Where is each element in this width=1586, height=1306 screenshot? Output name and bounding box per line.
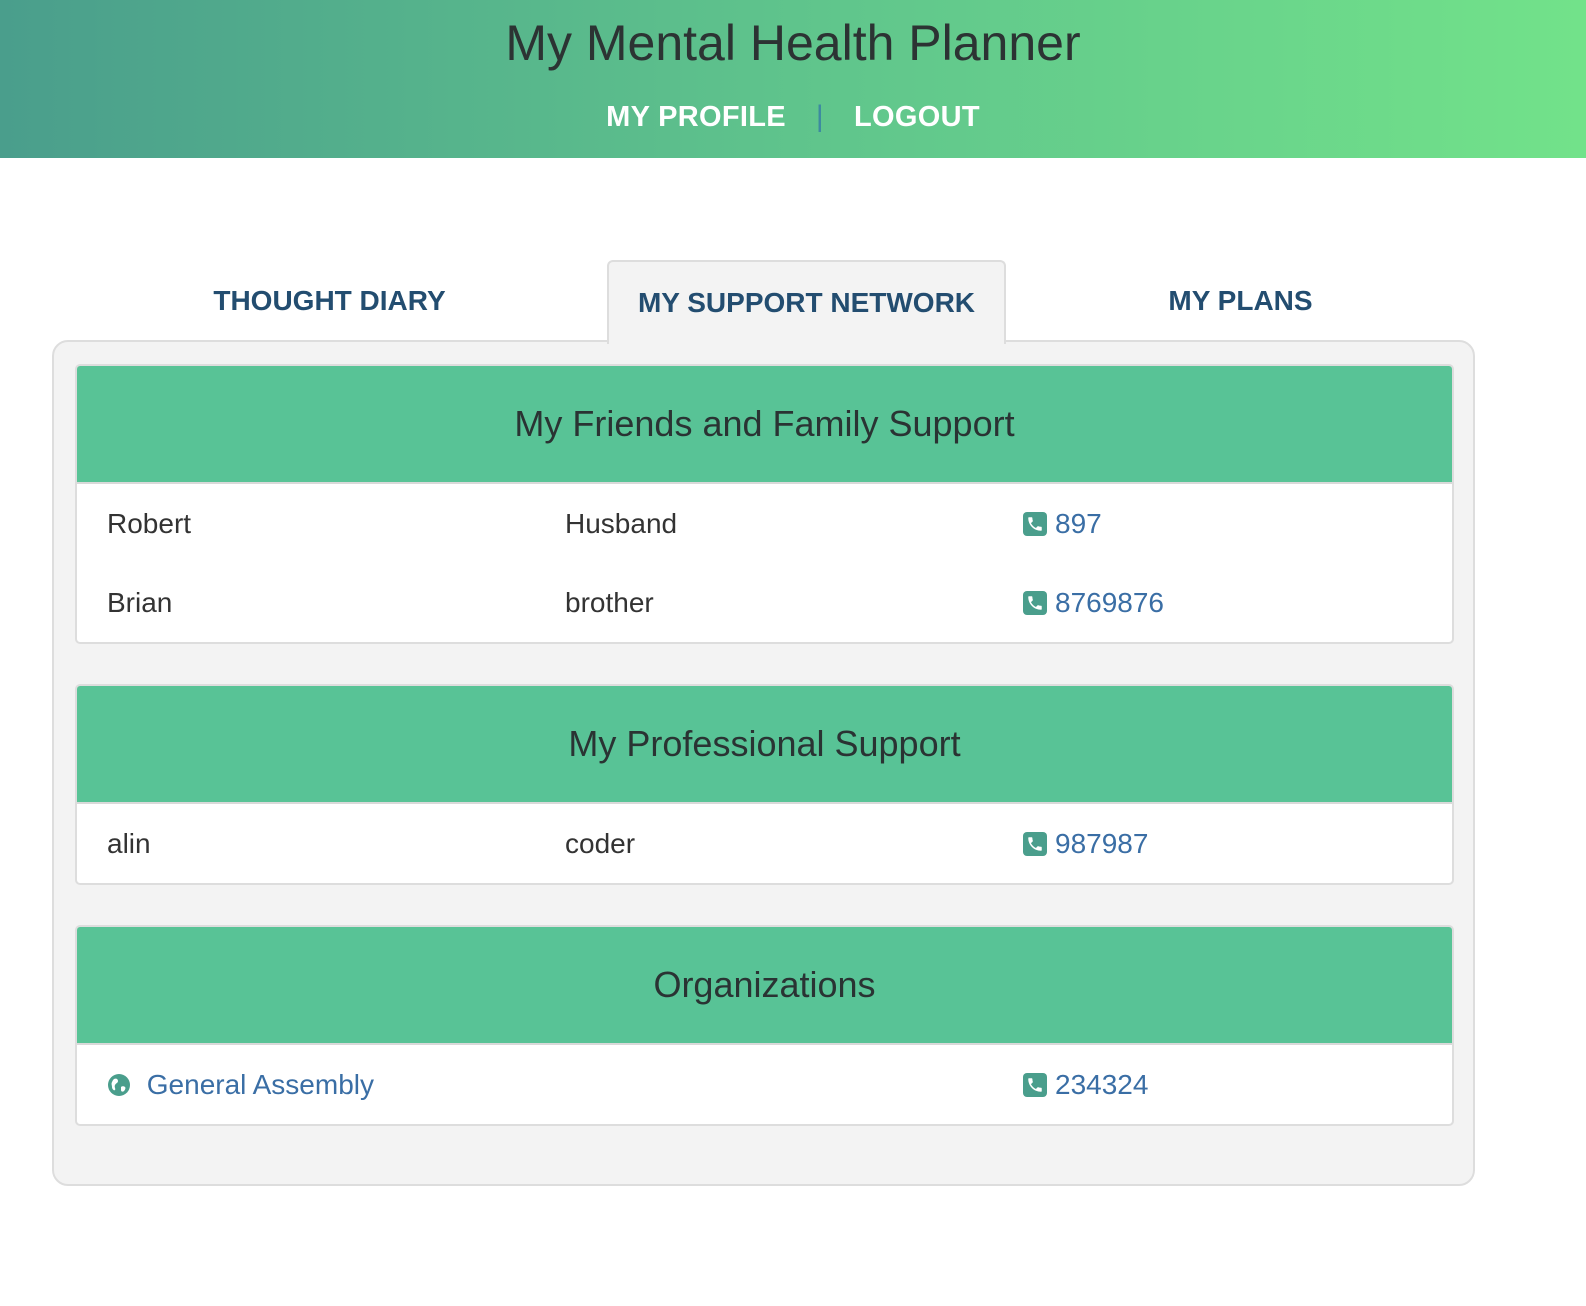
phone-icon <box>1023 1072 1047 1097</box>
phone-icon <box>1023 831 1047 856</box>
list-item: Robert Husband 897 <box>77 484 1452 563</box>
tab-bar: THOUGHT DIARY MY SUPPORT NETWORK MY PLAN… <box>52 260 1475 344</box>
contact-relation: coder <box>565 828 636 859</box>
contact-name: Robert <box>107 508 192 539</box>
tab-my-plans[interactable]: MY PLANS <box>1006 260 1475 342</box>
phone-number[interactable]: 897 <box>1055 484 1102 563</box>
my-profile-link[interactable]: MY PROFILE <box>606 101 786 134</box>
phone-number[interactable]: 987987 <box>1055 804 1148 883</box>
professional-support-title: My Professional Support <box>77 686 1452 804</box>
list-item: General Assembly 234324 <box>77 1045 1452 1124</box>
top-nav: MY PROFILE | LOGOUT <box>0 100 1586 134</box>
support-network-panel: My Friends and Family Support Robert Hus… <box>52 340 1475 1186</box>
globe-icon <box>108 1074 130 1096</box>
friends-family-card: My Friends and Family Support Robert Hus… <box>75 364 1454 644</box>
contact-relation: brother <box>565 587 654 618</box>
tab-thought-diary[interactable]: THOUGHT DIARY <box>52 260 607 342</box>
phone-number[interactable]: 234324 <box>1055 1045 1148 1124</box>
contact-name: Brian <box>107 587 173 618</box>
phone-number[interactable]: 8769876 <box>1055 563 1164 642</box>
tab-my-support-network[interactable]: MY SUPPORT NETWORK <box>607 260 1006 344</box>
contact-phone[interactable]: 897 <box>1023 484 1102 563</box>
list-item: Brian brother 8769876 <box>77 563 1452 642</box>
professional-support-card: My Professional Support alin coder 98798… <box>75 684 1454 885</box>
app-header: My Mental Health Planner MY PROFILE | LO… <box>0 0 1586 158</box>
phone-icon <box>1023 590 1047 615</box>
contact-phone[interactable]: 234324 <box>1023 1045 1148 1124</box>
nav-separator: | <box>815 100 824 133</box>
contact-name: alin <box>107 828 151 859</box>
contact-phone[interactable]: 987987 <box>1023 804 1148 883</box>
contact-phone[interactable]: 8769876 <box>1023 563 1164 642</box>
organization-name[interactable]: General Assembly <box>147 1069 374 1100</box>
organizations-card: Organizations General Assembly 234324 <box>75 925 1454 1126</box>
friends-family-title: My Friends and Family Support <box>77 366 1452 484</box>
phone-icon <box>1023 511 1047 536</box>
list-item: alin coder 987987 <box>77 804 1452 883</box>
contact-relation: Husband <box>565 508 678 539</box>
logout-link[interactable]: LOGOUT <box>854 101 980 134</box>
organization-link[interactable]: General Assembly <box>107 1045 374 1124</box>
organizations-title: Organizations <box>77 927 1452 1045</box>
app-title: My Mental Health Planner <box>505 15 1081 71</box>
